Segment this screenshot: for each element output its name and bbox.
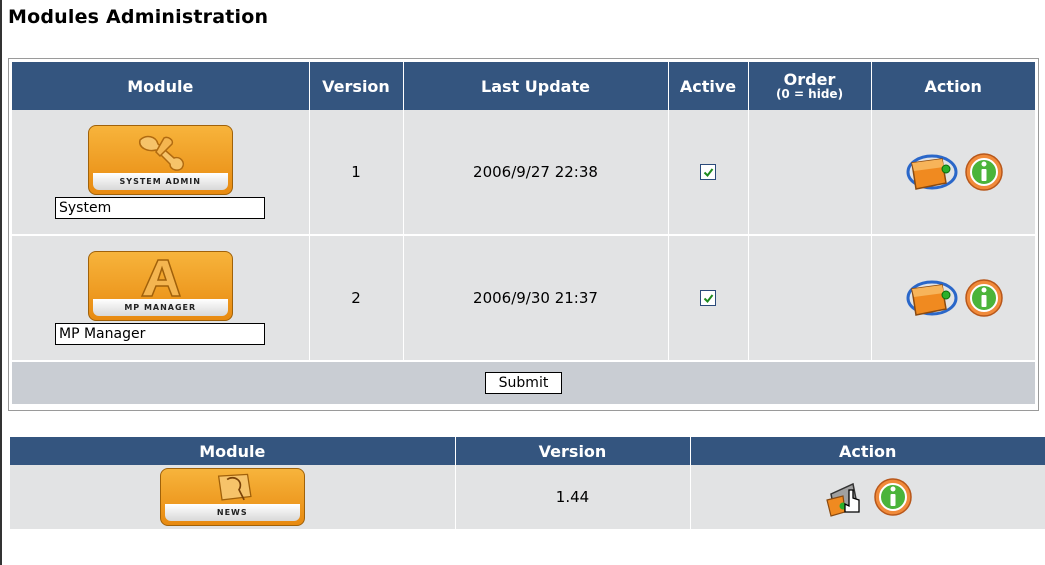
col-header-module: Module xyxy=(10,437,456,465)
active-cell xyxy=(668,110,749,236)
table-header-row: Module Version Action xyxy=(10,437,1045,465)
module-cell: NEWS xyxy=(10,465,456,529)
last-update-cell: 2006/9/30 21:37 xyxy=(403,235,669,362)
available-modules-table: Module Version Action NEWS 1.44 xyxy=(10,437,1045,529)
version-cell: 2 xyxy=(309,235,404,362)
last-update-cell: 2006/9/27 22:38 xyxy=(403,110,669,236)
module-badge-label: SYSTEM ADMIN xyxy=(92,173,228,190)
checkbox-checked-icon xyxy=(703,293,713,303)
table-row: NEWS 1.44 xyxy=(10,465,1045,529)
page-title: Modules Administration xyxy=(8,6,269,28)
order-header-hint: (0 = hide) xyxy=(775,87,844,101)
installed-modules-table: Module Version Last Update Active Order … xyxy=(12,62,1035,404)
wrench-icon xyxy=(138,135,184,171)
module-badge-label: MP MANAGER xyxy=(92,299,228,316)
update-module-icon[interactable] xyxy=(902,275,960,321)
col-header-action: Action xyxy=(690,437,1045,465)
update-module-icon[interactable] xyxy=(902,149,960,195)
action-cell xyxy=(690,465,1045,529)
module-name-field[interactable] xyxy=(55,197,265,219)
checkbox-checked-icon xyxy=(703,167,713,177)
active-checkbox[interactable] xyxy=(700,290,716,306)
submit-cell: Submit xyxy=(12,361,1035,404)
submit-button[interactable]: Submit xyxy=(484,372,563,394)
order-cell[interactable] xyxy=(748,110,872,236)
install-module-icon[interactable] xyxy=(823,474,869,520)
module-cell: SYSTEM ADMIN xyxy=(12,110,310,236)
order-header-label: Order xyxy=(783,70,836,89)
module-badge-label: NEWS xyxy=(164,504,300,521)
col-header-last-update: Last Update xyxy=(403,62,669,110)
module-name-field[interactable] xyxy=(55,323,265,345)
col-header-active: Active xyxy=(668,62,749,110)
col-header-version: Version xyxy=(455,437,691,465)
info-icon[interactable] xyxy=(873,477,913,517)
col-header-version: Version xyxy=(309,62,404,110)
submit-row: Submit xyxy=(12,361,1035,404)
letter-a-icon xyxy=(140,259,181,297)
active-checkbox[interactable] xyxy=(700,164,716,180)
col-header-action: Action xyxy=(871,62,1035,110)
action-cell xyxy=(871,235,1035,362)
col-header-module: Module xyxy=(12,62,310,110)
module-badge-icon: MP MANAGER xyxy=(87,251,233,321)
order-cell[interactable] xyxy=(748,235,872,362)
module-badge-icon: NEWS xyxy=(159,468,305,526)
info-icon[interactable] xyxy=(964,152,1004,192)
version-cell: 1 xyxy=(309,110,404,236)
active-cell xyxy=(668,235,749,362)
pen-icon xyxy=(217,473,252,501)
col-header-order: Order (0 = hide) xyxy=(748,62,872,110)
table-row: MP MANAGER 2 2006/9/30 21:37 xyxy=(12,235,1035,362)
version-cell: 1.44 xyxy=(455,465,691,529)
module-badge-icon: SYSTEM ADMIN xyxy=(87,125,233,195)
module-cell: MP MANAGER xyxy=(12,235,310,362)
table-header-row: Module Version Last Update Active Order … xyxy=(12,62,1035,110)
table-row: SYSTEM ADMIN 1 2006/9/27 22:38 xyxy=(12,110,1035,236)
action-cell xyxy=(871,110,1035,236)
info-icon[interactable] xyxy=(964,278,1004,318)
